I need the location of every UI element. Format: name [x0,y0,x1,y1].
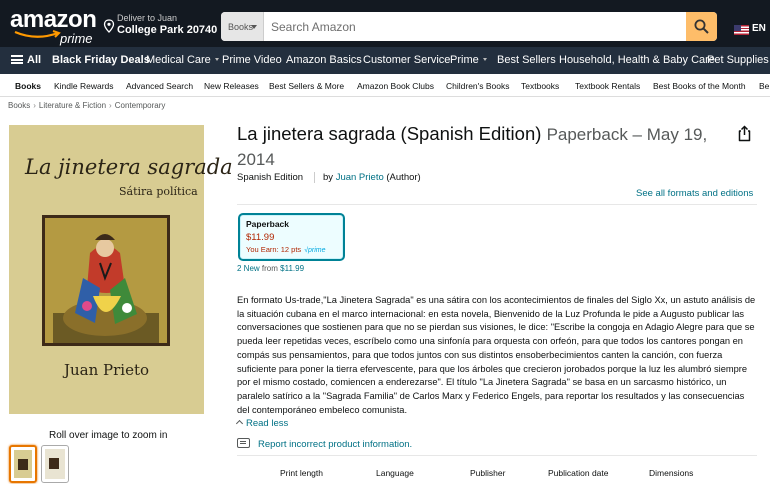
format-name: Paperback [246,219,289,229]
gallery-thumbnail-back[interactable] [41,445,69,483]
report-icon [237,438,250,448]
author-role: (Author) [386,172,421,183]
cat-books[interactable]: Books [15,81,41,91]
cat-textbooks[interactable]: Textbooks [521,81,559,91]
attribute-dimensions: Dimensions [649,468,694,478]
cover-author: Juan Prieto [64,361,150,379]
byline-prefix: by [323,172,334,183]
attribute-print-length: Print length [280,468,323,478]
cover-painting-frame [42,215,170,346]
language-selector[interactable]: EN [734,23,770,37]
cat-textbook-rentals[interactable]: Textbook Rentals [575,81,640,91]
breadcrumb-separator: › [33,101,36,110]
top-navigation-bar: amazon prime Deliver to Juan College Par… [0,0,770,47]
nav-black-friday-deals[interactable]: Black Friday Deals [52,54,150,66]
logo-prime-text: prime [60,31,93,46]
language-label: EN [752,23,766,34]
cat-best-books-of-month[interactable]: Best Books of the Month [653,81,746,91]
smile-arrow-icon [14,30,61,38]
new-from-word: from [261,264,278,273]
nav-medical-care[interactable]: Medical Care [146,54,219,66]
cat-new-releases[interactable]: New Releases [204,81,259,91]
cover-painting-art [45,218,167,343]
breadcrumb-books[interactable]: Books [8,101,30,110]
deliver-to-location[interactable]: Deliver to Juan College Park 20740 [103,13,217,39]
nav-prime-video[interactable]: Prime Video [222,54,282,66]
nav-amazon-basics[interactable]: Amazon Basics [286,54,362,66]
thumbnail-image [45,449,65,479]
format-price: $11.99 [246,232,275,243]
chevron-down-icon [214,58,219,61]
all-menu-button[interactable]: All [11,54,41,66]
chevron-up-icon [235,419,244,428]
new-from-offers: 2 New from $11.99 [237,264,304,273]
cover-subtitle: Sátira política [119,185,198,198]
nav-prime[interactable]: Prime [450,54,487,66]
amazon-prime-logo[interactable]: amazon prime [10,8,97,47]
search-input[interactable] [265,12,685,41]
product-title-text: La jinetera sagrada (Spanish Edition) [237,123,542,144]
cat-kindle-rewards[interactable]: Kindle Rewards [54,81,114,91]
breadcrumb-contemporary[interactable]: Contemporary [115,101,166,110]
cat-advanced-search[interactable]: Advanced Search [126,81,193,91]
search-button[interactable] [686,12,717,41]
share-icon[interactable] [736,125,753,142]
books-category-strip: Books Kindle Rewards Advanced Search New… [0,74,770,97]
attribute-language: Language [376,468,414,478]
attribute-publisher: Publisher [470,468,506,478]
author-link[interactable]: Juan Prieto [336,172,384,183]
earn-points: You Earn: 12 pts √prime [246,245,337,254]
read-less-label: Read less [246,418,289,429]
earn-points-text: You Earn: 12 pts [246,245,302,254]
cat-amazon-book-clubs[interactable]: Amazon Book Clubs [357,81,434,91]
book-cover-image[interactable]: La jinetera sagrada Sátira política Juan… [9,125,233,414]
cover-title: La jinetera sagrada [25,155,233,179]
zoom-hint: Roll over image to zoom in [49,430,168,441]
cat-overflow-item[interactable]: Be [759,81,769,91]
nav-prime-label: Prime [450,54,479,66]
secondary-navigation: All Black Friday Deals Medical Care Prim… [0,47,770,74]
nav-pet-supplies[interactable]: Pet Supplies [707,54,769,66]
attribute-publication-date: Publication date [548,468,609,478]
deliver-line-2: College Park 20740 [117,24,218,36]
nav-best-sellers[interactable]: Best Sellers [497,54,556,66]
prime-badge-icon: √prime [304,247,326,254]
search-category-label: Books [228,22,254,32]
product-title: La jinetera sagrada (Spanish Edition) Pa… [237,122,737,172]
read-less-toggle[interactable]: Read less [235,418,289,429]
edition-label: Spanish Edition [237,172,304,183]
chevron-down-icon [482,58,487,61]
nav-customer-service[interactable]: Customer Service [363,54,450,66]
cover-painting [45,218,167,343]
breadcrumb: Books › Literature & Fiction › Contemporary [8,101,165,110]
hamburger-icon [11,55,23,64]
nav-household-health-baby[interactable]: Household, Health & Baby Care [559,54,715,66]
breadcrumb-separator: › [109,101,112,110]
nav-medical-care-label: Medical Care [146,54,211,66]
new-offers-link[interactable]: 2 New [237,264,260,273]
us-flag-icon [734,25,749,35]
report-incorrect-info-link[interactable]: Report incorrect product information. [237,438,412,450]
product-description: En formato Us-trade,"La Jinetera Sagrada… [237,295,756,415]
divider [237,204,757,205]
cat-childrens-books[interactable]: Children's Books [446,81,510,91]
report-link-label: Report incorrect product information. [258,439,413,450]
all-menu-label: All [27,54,42,66]
caret-down-icon [251,25,257,29]
cat-best-sellers-more[interactable]: Best Sellers & More [269,81,344,91]
new-from-price[interactable]: $11.99 [280,264,304,273]
breadcrumb-literature-fiction[interactable]: Literature & Fiction [39,101,106,110]
search-icon [694,19,709,34]
deliver-line-1: Deliver to Juan [117,13,178,23]
author-byline: by Juan Prieto (Author) [314,172,421,183]
thumbnail-image [14,450,32,478]
see-all-formats-link[interactable]: See all formats and editions [636,188,753,199]
divider [237,455,757,456]
search-bar: Books [221,12,717,41]
search-category-dropdown[interactable]: Books [221,12,264,41]
format-option-paperback[interactable]: Paperback $11.99 You Earn: 12 pts √prime [238,213,345,261]
logo-word: amazon [10,6,97,33]
gallery-thumbnail-front[interactable] [9,445,37,483]
location-pin-icon [103,19,115,33]
